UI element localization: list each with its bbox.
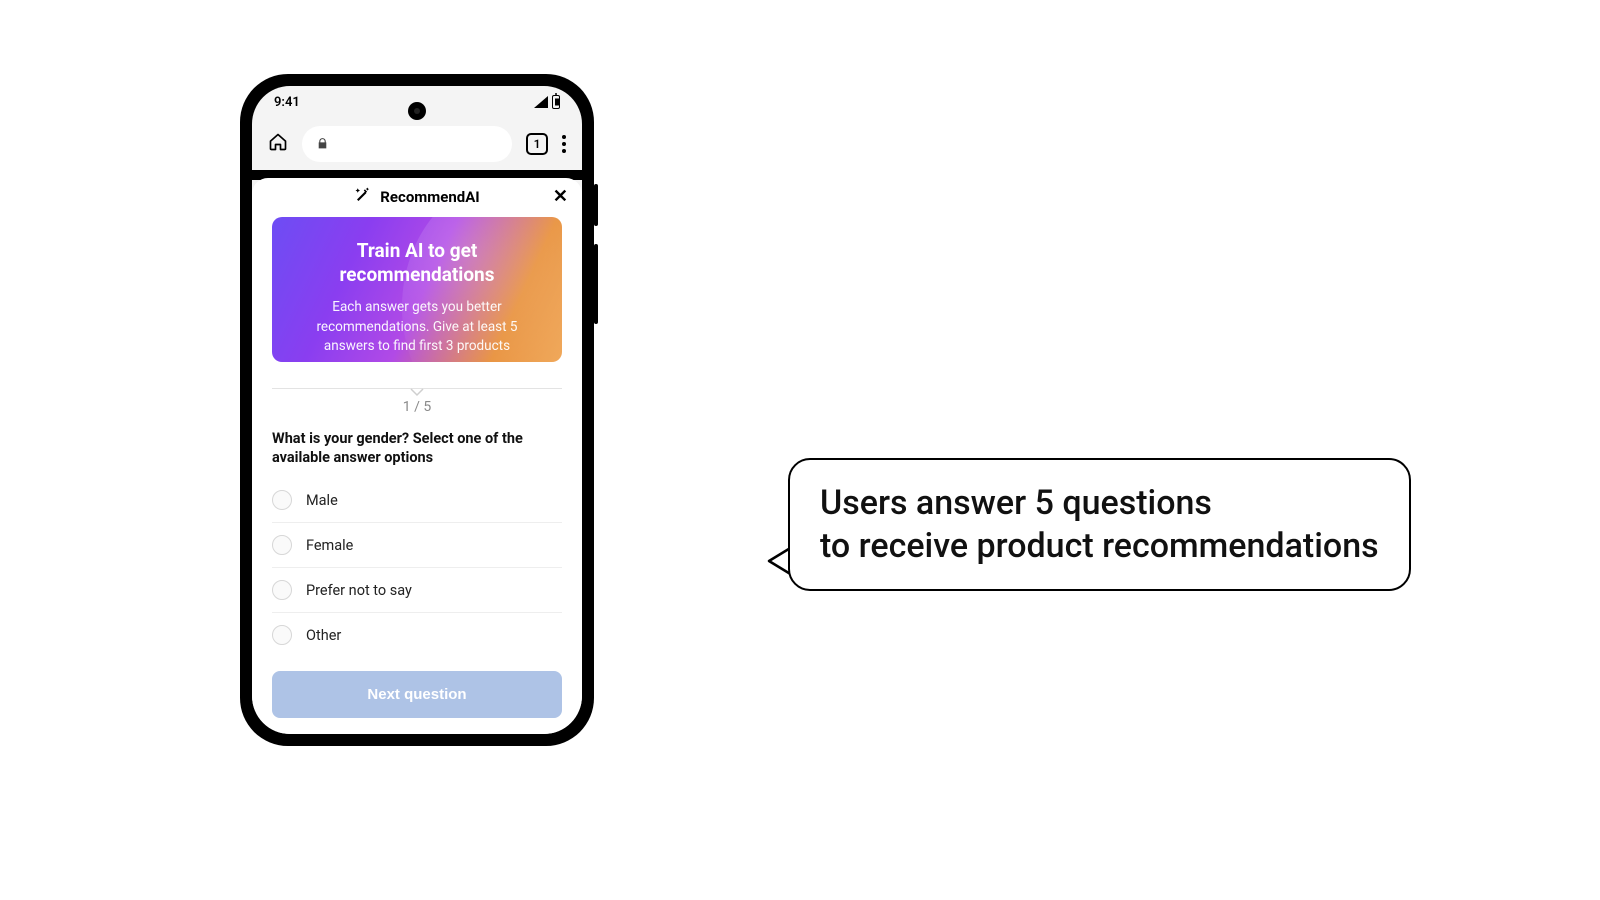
hero-subtext: Each answer gets you better recommendati…: [292, 298, 542, 357]
signal-icon: [534, 96, 548, 108]
app-title: RecommendAI: [380, 188, 479, 206]
wand-icon: [354, 186, 372, 208]
url-bar[interactable]: [302, 126, 512, 162]
question-text: What is your gender? Select one of the a…: [272, 429, 562, 468]
browser-toolbar: 1: [252, 118, 582, 170]
hero-card: Train AI to get recommendations Each ans…: [272, 217, 562, 362]
radio-icon: [272, 490, 292, 510]
status-time: 9:41: [274, 95, 300, 110]
progress-indicator: 1 / 5: [272, 388, 562, 415]
option-female[interactable]: Female: [272, 523, 562, 568]
chevron-down-icon: [410, 383, 424, 402]
overflow-menu-icon[interactable]: [562, 135, 566, 153]
options-list: Male Female Prefer not to say Other: [272, 478, 562, 657]
option-male[interactable]: Male: [272, 478, 562, 523]
option-label: Female: [306, 537, 353, 554]
callout-line: to receive product recommendations: [820, 525, 1379, 568]
home-icon[interactable]: [268, 132, 288, 156]
camera-punch-hole: [408, 102, 426, 120]
radio-icon: [272, 535, 292, 555]
option-label: Prefer not to say: [306, 582, 412, 599]
hero-heading: Train AI to get recommendations: [292, 239, 542, 288]
lock-icon: [316, 135, 329, 154]
side-button: [594, 184, 598, 226]
close-icon[interactable]: ✕: [553, 188, 568, 206]
phone-screen: 9:41 1: [252, 86, 582, 734]
app-surface: RecommendAI ✕ Train AI to get recommenda…: [252, 178, 582, 734]
callout-line: Users answer 5 questions: [820, 482, 1379, 525]
option-prefer-not-to-say[interactable]: Prefer not to say: [272, 568, 562, 613]
battery-icon: [552, 95, 560, 109]
radio-icon: [272, 625, 292, 645]
app-header: RecommendAI ✕: [252, 178, 582, 217]
phone-frame: 9:41 1: [240, 74, 594, 746]
side-button: [594, 244, 598, 324]
option-label: Male: [306, 492, 338, 509]
annotation-callout: Users answer 5 questions to receive prod…: [788, 458, 1411, 591]
tab-count[interactable]: 1: [526, 133, 548, 155]
option-label: Other: [306, 627, 341, 644]
radio-icon: [272, 580, 292, 600]
option-other[interactable]: Other: [272, 613, 562, 657]
next-question-button[interactable]: Next question: [272, 671, 562, 718]
